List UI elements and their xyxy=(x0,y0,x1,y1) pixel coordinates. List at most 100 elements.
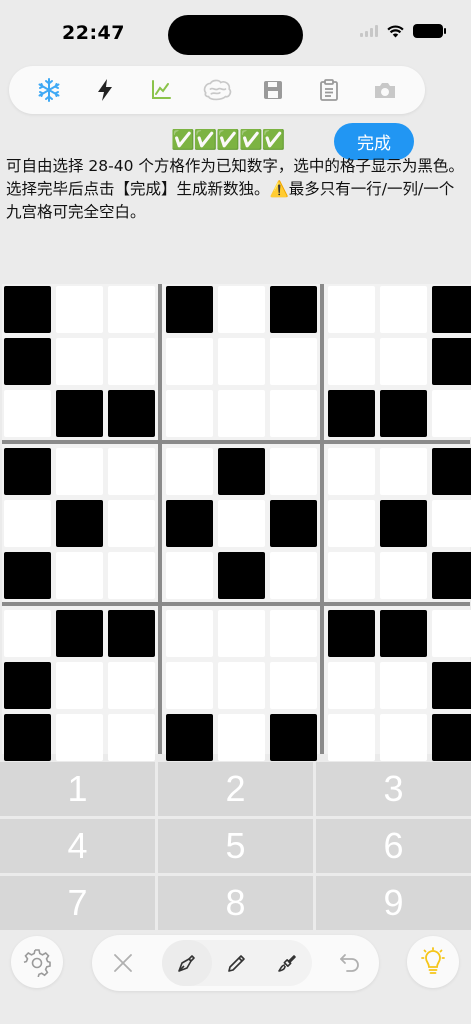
pen-mode-button[interactable] xyxy=(162,940,212,986)
grid-cell[interactable] xyxy=(56,338,103,385)
grid-cell[interactable] xyxy=(270,448,317,495)
grid-cell[interactable] xyxy=(108,714,155,761)
grid-cell[interactable] xyxy=(270,390,317,437)
grid-cell[interactable] xyxy=(432,286,471,333)
grid-cell[interactable] xyxy=(270,552,317,599)
grid-cell[interactable] xyxy=(166,552,213,599)
grid-cell[interactable] xyxy=(166,500,213,547)
grid-cell[interactable] xyxy=(432,714,471,761)
grid-cell[interactable] xyxy=(328,390,375,437)
grid-cell[interactable] xyxy=(432,610,471,657)
grid-cell[interactable] xyxy=(380,552,427,599)
grid-cell[interactable] xyxy=(218,448,265,495)
grid-cell[interactable] xyxy=(166,714,213,761)
grid-cell[interactable] xyxy=(380,500,427,547)
grid-cell[interactable] xyxy=(432,662,471,709)
grid-cell[interactable] xyxy=(380,390,427,437)
grid-cell[interactable] xyxy=(328,500,375,547)
number-key-1[interactable]: 1 xyxy=(0,762,155,816)
grid-cell[interactable] xyxy=(432,500,471,547)
grid-cell[interactable] xyxy=(56,714,103,761)
grid-cell[interactable] xyxy=(270,714,317,761)
grid-cell[interactable] xyxy=(432,338,471,385)
grid-cell[interactable] xyxy=(328,662,375,709)
camera-icon[interactable] xyxy=(369,74,401,106)
grid-cell[interactable] xyxy=(218,714,265,761)
bolt-icon[interactable] xyxy=(89,74,121,106)
grid-cell[interactable] xyxy=(328,610,375,657)
number-key-8[interactable]: 8 xyxy=(158,876,313,930)
grid-cell[interactable] xyxy=(328,338,375,385)
grid-cell[interactable] xyxy=(108,610,155,657)
number-key-2[interactable]: 2 xyxy=(158,762,313,816)
grid-cell[interactable] xyxy=(380,662,427,709)
grid-cell[interactable] xyxy=(432,390,471,437)
grid-cell[interactable] xyxy=(4,448,51,495)
grid-cell[interactable] xyxy=(4,714,51,761)
grid-cell[interactable] xyxy=(56,662,103,709)
grid-cell[interactable] xyxy=(270,286,317,333)
grid-cell[interactable] xyxy=(4,610,51,657)
grid-cell[interactable] xyxy=(56,286,103,333)
grid-cell[interactable] xyxy=(4,286,51,333)
grid-cell[interactable] xyxy=(56,552,103,599)
grid-cell[interactable] xyxy=(380,448,427,495)
number-key-3[interactable]: 3 xyxy=(316,762,471,816)
number-key-7[interactable]: 7 xyxy=(0,876,155,930)
grid-cell[interactable] xyxy=(380,338,427,385)
grid-cell[interactable] xyxy=(108,552,155,599)
grid-cell[interactable] xyxy=(108,662,155,709)
grid-cell[interactable] xyxy=(56,500,103,547)
grid-cell[interactable] xyxy=(328,714,375,761)
brain-icon[interactable] xyxy=(201,74,233,106)
grid-cell[interactable] xyxy=(166,610,213,657)
grid-cell[interactable] xyxy=(328,286,375,333)
brush-mode-button[interactable] xyxy=(262,940,312,986)
grid-cell[interactable] xyxy=(218,500,265,547)
grid-cell[interactable] xyxy=(328,448,375,495)
pencil-mode-button[interactable] xyxy=(212,940,262,986)
grid-cell[interactable] xyxy=(218,552,265,599)
grid-cell[interactable] xyxy=(108,500,155,547)
grid-cell[interactable] xyxy=(56,390,103,437)
grid-cell[interactable] xyxy=(4,338,51,385)
grid-cell[interactable] xyxy=(380,714,427,761)
grid-cell[interactable] xyxy=(380,610,427,657)
clear-button[interactable] xyxy=(98,940,148,986)
hint-button[interactable] xyxy=(407,936,459,988)
grid-cell[interactable] xyxy=(108,338,155,385)
grid-cell[interactable] xyxy=(270,500,317,547)
grid-cell[interactable] xyxy=(218,662,265,709)
grid-cell[interactable] xyxy=(218,390,265,437)
grid-cell[interactable] xyxy=(108,448,155,495)
number-key-9[interactable]: 9 xyxy=(316,876,471,930)
grid-cell[interactable] xyxy=(270,662,317,709)
number-key-5[interactable]: 5 xyxy=(158,819,313,873)
save-icon[interactable] xyxy=(257,74,289,106)
undo-button[interactable] xyxy=(325,940,375,986)
grid-cell[interactable] xyxy=(4,662,51,709)
grid-cell[interactable] xyxy=(108,286,155,333)
grid-cell[interactable] xyxy=(56,610,103,657)
grid-cell[interactable] xyxy=(166,286,213,333)
grid-cell[interactable] xyxy=(4,500,51,547)
number-key-4[interactable]: 4 xyxy=(0,819,155,873)
grid-cell[interactable] xyxy=(270,338,317,385)
grid-cell[interactable] xyxy=(56,448,103,495)
snowflake-icon[interactable] xyxy=(33,74,65,106)
grid-cell[interactable] xyxy=(432,552,471,599)
grid-cell[interactable] xyxy=(328,552,375,599)
grid-cell[interactable] xyxy=(218,286,265,333)
grid-cell[interactable] xyxy=(166,662,213,709)
number-key-6[interactable]: 6 xyxy=(316,819,471,873)
grid-cell[interactable] xyxy=(432,448,471,495)
grid-cell[interactable] xyxy=(166,390,213,437)
grid-cell[interactable] xyxy=(218,610,265,657)
grid-cell[interactable] xyxy=(166,448,213,495)
grid-cell[interactable] xyxy=(108,390,155,437)
grid-cell[interactable] xyxy=(4,552,51,599)
grid-cell[interactable] xyxy=(270,610,317,657)
settings-button[interactable] xyxy=(11,936,63,988)
grid-cell[interactable] xyxy=(166,338,213,385)
grid-cell[interactable] xyxy=(380,286,427,333)
